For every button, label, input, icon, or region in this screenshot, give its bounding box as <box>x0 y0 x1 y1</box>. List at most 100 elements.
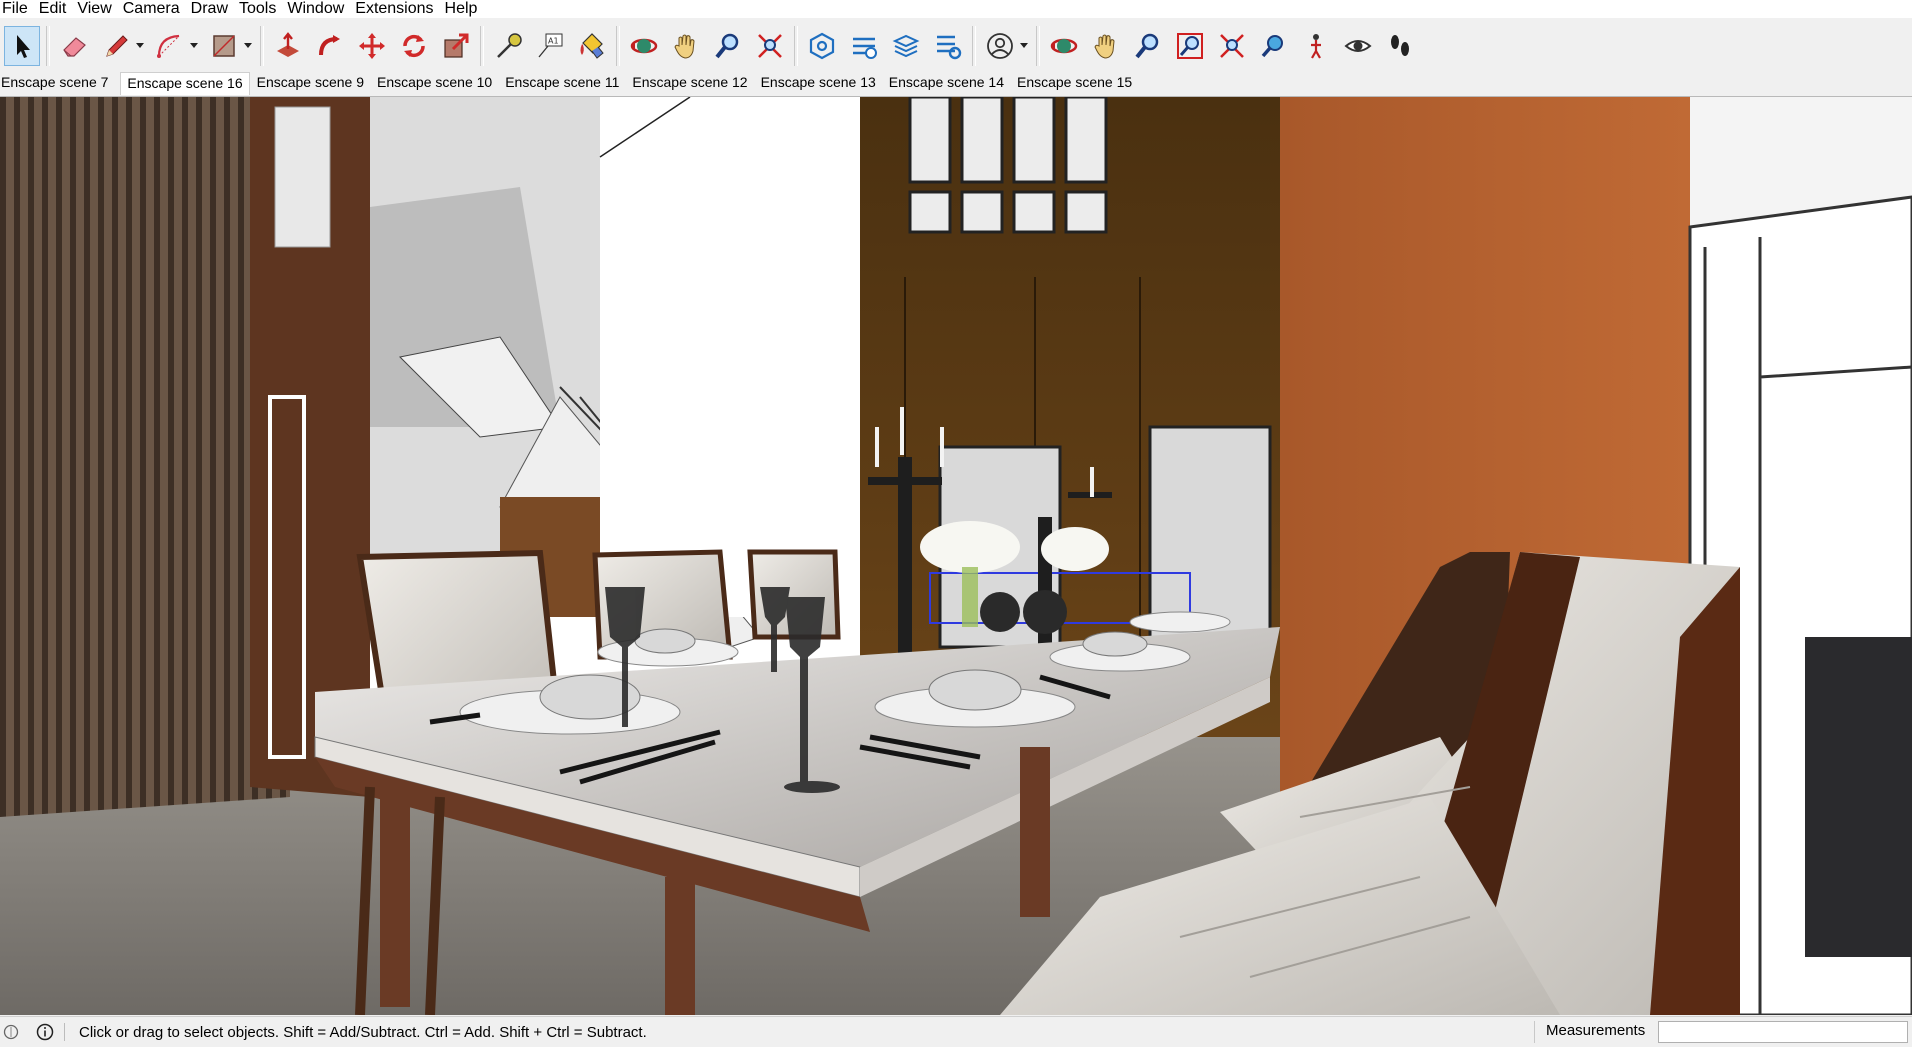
toolbar-separator <box>794 26 798 66</box>
dining-room-render <box>0 97 1912 1015</box>
text-tool-button[interactable]: A1 <box>532 26 568 66</box>
arc-icon <box>157 34 180 58</box>
paint-bucket-tool-button[interactable] <box>574 26 610 66</box>
follow-me-tool-button[interactable] <box>312 26 348 66</box>
geolocation-icon[interactable] <box>2 1023 20 1041</box>
select-arrow-icon <box>17 35 30 58</box>
paint-bucket-icon <box>580 33 604 59</box>
rotate-tool-button[interactable] <box>396 26 432 66</box>
measurements-divider <box>1534 1021 1535 1043</box>
orbit-tool-button-2[interactable] <box>1046 26 1082 66</box>
menu-window[interactable]: Window <box>285 0 353 18</box>
status-bar: Click or drag to select objects. Shift =… <box>0 1016 1912 1047</box>
layers-icon <box>892 34 920 58</box>
move-tool-button[interactable] <box>354 26 390 66</box>
push-pull-tool-button[interactable] <box>270 26 306 66</box>
look-around-button[interactable] <box>1340 26 1376 66</box>
position-camera-button[interactable] <box>1298 26 1334 66</box>
menu-help[interactable]: Help <box>443 0 487 18</box>
chevron-down-icon <box>136 43 144 48</box>
extension-warehouse-button[interactable] <box>846 26 882 66</box>
extension-warehouse-icon <box>853 37 877 59</box>
move-icon <box>359 33 385 59</box>
zoom-icon <box>1135 33 1159 59</box>
warehouse-icon <box>809 32 835 60</box>
3d-warehouse-button[interactable] <box>804 26 840 66</box>
toolbar: A1 <box>0 18 1912 72</box>
menu-tools[interactable]: Tools <box>237 0 285 18</box>
tab-enscape-scene-14[interactable]: Enscape scene 14 <box>888 74 1010 94</box>
toolbar-group-main: A1 <box>4 23 1424 69</box>
previous-view-icon <box>1261 35 1283 58</box>
account-user-icon <box>987 33 1013 59</box>
toolbar-separator <box>972 26 976 66</box>
toolbar-separator <box>616 26 620 66</box>
walk-footprints-icon <box>1391 35 1409 56</box>
model-viewport[interactable] <box>0 96 1912 1015</box>
menu-file[interactable]: File <box>0 0 37 18</box>
menu-camera[interactable]: Camera <box>121 0 189 18</box>
zoom-tool-button[interactable] <box>710 26 746 66</box>
status-divider <box>64 1023 65 1041</box>
tab-enscape-scene-15[interactable]: Enscape scene 15 <box>1016 74 1138 94</box>
rotate-icon <box>403 34 425 58</box>
pan-tool-button-2[interactable] <box>1088 26 1124 66</box>
eraser-tool-button[interactable] <box>56 26 92 66</box>
toolbar-separator <box>260 26 264 66</box>
text-label-icon: A1 <box>538 33 563 58</box>
zoom-extents-tool-button[interactable] <box>752 26 788 66</box>
select-tool-button[interactable] <box>4 26 40 66</box>
scene-tabs: Enscape scene 7 Enscape scene 16 Enscape… <box>0 72 1912 95</box>
measurements-input[interactable] <box>1658 1021 1908 1043</box>
zoom-extents-icon <box>1220 34 1244 58</box>
tab-enscape-scene-11[interactable]: Enscape scene 11 <box>504 74 625 94</box>
zoom-icon <box>715 33 739 59</box>
chevron-down-icon <box>244 43 252 48</box>
account-dropdown[interactable] <box>1018 26 1030 66</box>
pan-tool-button[interactable] <box>668 26 704 66</box>
shape-tool-dropdown[interactable] <box>242 26 254 66</box>
arc-tool-dropdown[interactable] <box>188 26 200 66</box>
menu-extensions[interactable]: Extensions <box>353 0 442 18</box>
tab-enscape-scene-9[interactable]: Enscape scene 9 <box>256 74 370 94</box>
zoom-tool-button-2[interactable] <box>1130 26 1166 66</box>
pencil-line-icon <box>106 35 128 57</box>
tab-enscape-scene-12[interactable]: Enscape scene 12 <box>631 74 753 94</box>
menu-bar: File Edit View Camera Draw Tools Window … <box>0 0 1912 18</box>
tape-measure-tool-button[interactable] <box>490 26 526 66</box>
menu-draw[interactable]: Draw <box>189 0 237 18</box>
extension-manager-icon <box>937 35 962 60</box>
menu-view[interactable]: View <box>75 0 120 18</box>
chevron-down-icon <box>1020 43 1028 48</box>
previous-view-button[interactable] <box>1256 26 1292 66</box>
orbit-tool-button[interactable] <box>626 26 662 66</box>
info-icon[interactable] <box>36 1023 54 1041</box>
tab-enscape-scene-10[interactable]: Enscape scene 10 <box>376 74 498 94</box>
line-tool-button[interactable] <box>98 26 134 66</box>
extension-manager-button[interactable] <box>930 26 966 66</box>
walk-button[interactable] <box>1382 26 1418 66</box>
arc-tool-button[interactable] <box>152 26 188 66</box>
pan-hand-icon <box>674 34 695 59</box>
account-button[interactable] <box>982 26 1018 66</box>
zoom-extents-icon <box>758 34 782 58</box>
pan-hand-icon <box>1094 34 1115 59</box>
tab-enscape-scene-16[interactable]: Enscape scene 16 <box>120 72 250 95</box>
shape-tool-button[interactable] <box>206 26 242 66</box>
scale-icon <box>444 33 469 58</box>
follow-me-icon <box>319 35 340 56</box>
layers-button[interactable] <box>888 26 924 66</box>
menu-edit[interactable]: Edit <box>37 0 76 18</box>
scale-tool-button[interactable] <box>438 26 474 66</box>
look-around-eye-icon <box>1344 40 1372 52</box>
position-camera-icon <box>1311 34 1321 59</box>
zoom-window-tool-button[interactable] <box>1172 26 1208 66</box>
tab-enscape-scene-13[interactable]: Enscape scene 13 <box>760 74 882 94</box>
zoom-extents-tool-button-2[interactable] <box>1214 26 1250 66</box>
line-tool-dropdown[interactable] <box>134 26 146 66</box>
orbit-icon <box>630 38 658 54</box>
push-pull-icon <box>277 32 299 57</box>
tab-enscape-scene-7[interactable]: Enscape scene 7 <box>0 74 114 94</box>
chevron-down-icon <box>190 43 198 48</box>
tape-measure-icon <box>497 33 522 58</box>
